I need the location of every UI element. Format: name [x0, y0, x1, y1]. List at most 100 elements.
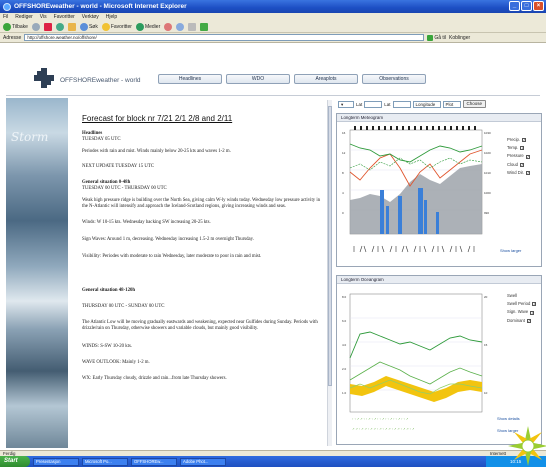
nav-areaplots[interactable]: Areaplots: [294, 74, 358, 84]
links-label[interactable]: Koblinger: [449, 35, 470, 41]
svg-text:4: 4: [342, 191, 344, 195]
svg-text:1020: 1020: [484, 151, 491, 155]
media-icon: [135, 22, 144, 31]
back-arrow-icon: [3, 22, 11, 31]
refresh-icon[interactable]: [55, 22, 64, 31]
svg-text:12: 12: [342, 151, 346, 155]
close-button[interactable]: ×: [533, 1, 544, 11]
search-icon: [79, 22, 88, 31]
menu-tools[interactable]: Verktøy: [82, 14, 99, 20]
meteogram-chart: 16 12 8 4 0 1030 1020 1010 1000 990: [342, 126, 491, 253]
address-label: Adresse: [3, 34, 22, 41]
longitude-select[interactable]: Longitude: [412, 100, 441, 108]
general-time: TUESDAY 00 UTC - THURSDAY 00 UTC: [82, 186, 167, 192]
address-input[interactable]: http://offshore.weather.no/offshore/: [24, 34, 425, 41]
temp-checkbox[interactable]: ✓: [520, 146, 525, 151]
print-icon[interactable]: [188, 22, 197, 31]
location-controls: ▾ Lat Lat Longitude Plot Choose: [338, 100, 487, 108]
minimize-button[interactable]: _: [509, 1, 520, 11]
lat2-input[interactable]: [392, 100, 411, 108]
headlines-block: Headlines TUESDAY 05 UTC: [82, 131, 322, 144]
general-situation-block: General situation 0-48h TUESDAY 00 UTC -…: [82, 180, 322, 193]
menu-edit[interactable]: Rediger: [15, 14, 33, 20]
stop-icon[interactable]: [43, 22, 52, 31]
lat-input[interactable]: [364, 100, 383, 108]
plot-select[interactable]: Plot: [442, 100, 461, 108]
nav-wdo[interactable]: WDO: [226, 74, 290, 84]
forward-arrow-icon[interactable]: [31, 22, 40, 31]
back-label: Tilbake: [12, 23, 28, 30]
menu-bar: Fil Rediger Vis Favoritter Verktøy Hjelp: [0, 13, 546, 21]
wave-outlook-text: WAVE OUTLOOK: Mainly 1-2 m.: [82, 360, 150, 365]
legend-pressure: Pressure ✓: [507, 152, 530, 160]
legend-swell-period-label: Swell Period: [507, 301, 531, 307]
precip-checkbox[interactable]: ✓: [522, 138, 527, 143]
home-icon[interactable]: [67, 22, 76, 31]
history-icon[interactable]: [164, 22, 173, 31]
lat-label: Lat: [356, 101, 363, 107]
meteogram-panel: Longterm Meteogram 16 12 8 4 0 1030 1020…: [336, 113, 542, 267]
menu-view[interactable]: Vis: [40, 14, 47, 20]
edit-icon[interactable]: [200, 22, 209, 31]
start-button[interactable]: Start: [0, 456, 30, 467]
go-label: Gå til: [434, 34, 447, 41]
legend-cloud: Cloud ✓: [507, 161, 530, 169]
svg-text:1000: 1000: [484, 191, 491, 195]
task-photoshop[interactable]: Adobe Phot...: [180, 457, 226, 466]
legend-pressure-label: Pressure: [507, 153, 524, 159]
task-powerpoint[interactable]: Microsoft Po...: [82, 457, 128, 466]
choose-button[interactable]: Choose: [462, 100, 487, 108]
meteogram-larger-link[interactable]: Show larger: [500, 248, 521, 253]
bottom-arrow-rows: ↑ ↑ ↗ ↗ ↑ ↑ ↗ ↑ ↗ ↑ ↑ ↗ ↑ ↑ ↗ ↑ ↑ ↗ ↑ ↑ …: [352, 417, 415, 431]
next-update: NEXT UPDATE TUESDAY 15 UTC: [82, 164, 154, 169]
dominant-checkbox[interactable]: ✓: [526, 318, 531, 323]
scrollbar-thumb[interactable]: [328, 106, 332, 386]
maximize-button[interactable]: □: [521, 1, 532, 11]
back-button[interactable]: Tilbake: [3, 22, 28, 31]
window-title: OFFSHOREweather - world - Microsoft Inte…: [14, 3, 187, 10]
wind-checkbox[interactable]: ✓: [526, 170, 530, 175]
menu-file[interactable]: Fil: [3, 14, 8, 20]
menu-favorites[interactable]: Favoritter: [54, 14, 75, 20]
sign-wave-checkbox[interactable]: ✓: [530, 310, 535, 315]
legend-swell-period: Swell Period ✓: [507, 300, 537, 308]
svg-text:2.0: 2.0: [342, 367, 347, 371]
swell-checkbox[interactable]: ✓: [532, 302, 537, 307]
visibility-text: Visibility: Periodes with moderate to ra…: [82, 254, 262, 259]
headlines-text: Periodes with rain and mist. Winds mainl…: [82, 149, 231, 154]
legend-sign-wave-label: Sign. Wave: [507, 309, 529, 315]
menu-help[interactable]: Hjelp: [106, 14, 117, 20]
nav-observations[interactable]: Observations: [362, 74, 426, 84]
sign-waves-text: Sign Waves: Around 1 m, decreasing. Wedn…: [82, 237, 254, 242]
mail-icon[interactable]: [176, 22, 185, 31]
media-button[interactable]: Medier: [135, 22, 160, 31]
legend-precip: Precip. ✓: [507, 136, 530, 144]
ie-logo-icon: [3, 2, 11, 11]
pressure-checkbox[interactable]: ✓: [525, 154, 530, 159]
oceangram-legend: Swell Swell Period ✓ Sign. Wave ✓ Dominant…: [507, 292, 537, 325]
headlines-heading: Headlines: [82, 131, 103, 136]
site-name: OFFSHOREweather - world: [60, 77, 141, 84]
svg-text:1030: 1030: [484, 131, 491, 135]
legend-temp-label: Temp.: [507, 145, 519, 151]
nav-headlines[interactable]: Headlines: [158, 74, 222, 84]
svg-text:8.0: 8.0: [342, 295, 347, 299]
legend-dominant: Dominant ✓: [507, 317, 536, 325]
general-text: Weak high pressure ridge is building ove…: [82, 198, 321, 210]
favorites-button[interactable]: Favoritter: [101, 22, 132, 31]
search-button[interactable]: Søk: [79, 22, 98, 31]
svg-text:0: 0: [342, 211, 344, 215]
task-presentation[interactable]: Presentasjon: [33, 457, 79, 466]
legend-cloud-label: Cloud: [507, 161, 518, 167]
task-offshore[interactable]: OFFSHOREw...: [131, 457, 177, 466]
area-select[interactable]: ▾: [338, 100, 354, 108]
cloud-checkbox[interactable]: ✓: [519, 162, 524, 167]
svg-text:↑ ↑ ↗ ↗ ↑ ↑ ↗ ↑ ↗ ↑ ↑ ↗ ↑ ↑ ↗: ↑ ↑ ↗ ↗ ↑ ↑ ↗ ↑ ↗ ↑ ↑ ↗ ↑ ↑ ↗ ↑ ↑ ↗ ↑ ↑ …: [352, 417, 409, 421]
svg-text:↗ ↗ ↑ ↗ ↗ ↑ ↗ ↗ ↑ ↗ ↑ ↗ ↗ ↑ ↗: ↗ ↗ ↑ ↗ ↗ ↑ ↗ ↗ ↑ ↗ ↑ ↗ ↗ ↑ ↗ ↗ ↑ ↗ ↗ ↑ …: [352, 427, 415, 431]
lon-label: Lat: [384, 101, 391, 107]
text-scrollbar[interactable]: [327, 100, 332, 446]
legend-wind-label: Wind Dir.: [507, 169, 524, 175]
window-titlebar: OFFSHOREweather - world - Microsoft Inte…: [0, 0, 546, 13]
go-button[interactable]: Gå til: [427, 34, 447, 41]
offshore-logo-icon: [34, 68, 54, 88]
